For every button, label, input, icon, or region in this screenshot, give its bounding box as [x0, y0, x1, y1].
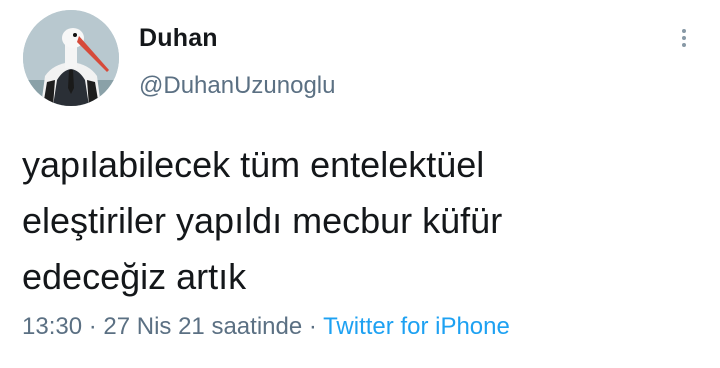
more-options-icon[interactable]	[672, 26, 696, 56]
tweet-text: yapılabilecek tüm entelektüel eleştirile…	[22, 137, 702, 305]
tweet-card: Duhan @DuhanUzunoglu yapılabilecek tüm e…	[0, 0, 720, 368]
tweet-text-line: eleştiriler yapıldı mecbur küfür	[22, 200, 503, 241]
stork-avatar-icon	[23, 10, 119, 106]
tweet-time[interactable]: 13:30	[22, 313, 82, 340]
tweet-source-link[interactable]: Twitter for iPhone	[323, 313, 510, 340]
meta-separator: ·	[302, 313, 324, 340]
user-handle[interactable]: @DuhanUzunoglu	[139, 72, 336, 100]
tweet-text-line: yapılabilecek tüm entelektüel	[22, 144, 485, 185]
tweet-text-line: edeceğiz artık	[22, 256, 247, 297]
tweet-meta: 13:30 · 27 Nis 21 saatinde · Twitter for…	[22, 313, 510, 341]
tweet-date[interactable]: 27 Nis 21 saatinde	[103, 313, 302, 340]
meta-separator: ·	[82, 313, 104, 340]
display-name[interactable]: Duhan	[139, 24, 218, 53]
avatar[interactable]	[23, 10, 119, 106]
